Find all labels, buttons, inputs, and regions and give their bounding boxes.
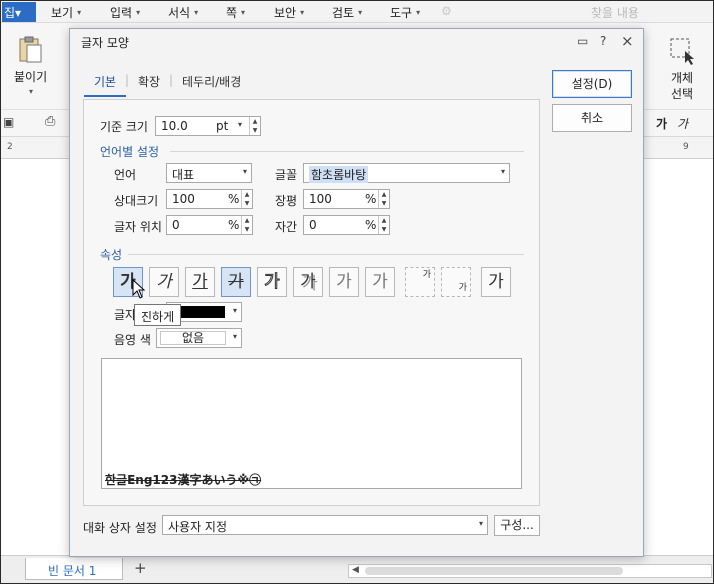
search-hint[interactable]: 찾을 내용 xyxy=(591,4,639,21)
menu-insert[interactable]: 입력 ▾ xyxy=(110,4,140,21)
text-color-swatch xyxy=(175,306,225,318)
close-button[interactable]: × xyxy=(621,32,634,50)
tab-basic[interactable]: 기본 xyxy=(94,73,116,90)
emboss-button[interactable]: 가 xyxy=(329,267,359,297)
add-tab-button[interactable]: + xyxy=(134,559,147,577)
menu-security[interactable]: 보안 ▾ xyxy=(274,4,304,21)
strikethrough-button[interactable]: 가 xyxy=(221,267,251,297)
underline-button[interactable]: 가 xyxy=(185,267,215,297)
save-icon[interactable]: ▣ xyxy=(3,115,14,129)
preview-text: 한글Eng123漢字あいう※㉠ xyxy=(105,473,262,487)
paste-icon[interactable] xyxy=(17,35,43,68)
cancel-button[interactable]: 취소 xyxy=(552,104,632,132)
tab-separator: | xyxy=(125,73,130,87)
menu-edit[interactable]: 집▾ xyxy=(2,2,36,22)
status-bar: 빈 문서 1 + ◀ xyxy=(1,555,713,583)
object-select-label-2[interactable]: 선택 xyxy=(671,85,693,102)
dialog-setting-select[interactable]: 사용자 지정 ▾ xyxy=(162,515,488,535)
ruler-mark-left: 2 xyxy=(7,142,13,152)
normal-button[interactable]: 가 xyxy=(481,267,511,297)
font-select[interactable]: 함초롬바탕 ▾ xyxy=(303,163,510,183)
spacing-label: 자간 xyxy=(275,220,298,234)
text-color-label: 글자 xyxy=(114,308,137,322)
context-help-icon[interactable]: ▭ xyxy=(577,34,588,48)
superscript-button[interactable]: 가 xyxy=(405,267,435,297)
scroll-left-icon[interactable]: ◀ xyxy=(352,565,359,575)
lang-section-title: 언어별 설정 xyxy=(100,145,160,159)
tab-separator: | xyxy=(169,73,174,87)
object-select-label[interactable]: 개체 xyxy=(671,69,693,86)
base-size-input[interactable]: 10.0 pt ▾ ▲ ▼ xyxy=(155,116,261,136)
subscript-button[interactable]: 가 xyxy=(441,267,471,297)
tooltip: 진하게 xyxy=(134,304,182,326)
doc-tab-label: 빈 문서 1 xyxy=(48,564,97,578)
plugin-icon[interactable]: ⚙ xyxy=(441,4,452,18)
italic-button[interactable]: 가 xyxy=(149,267,179,297)
tab-basic-underline xyxy=(84,95,126,97)
bold-sample[interactable]: 가 xyxy=(656,115,667,132)
preview-box: 한글Eng123漢字あいう※㉠ xyxy=(101,358,522,489)
menu-page[interactable]: 쪽 ▾ xyxy=(226,4,245,21)
doc-tab[interactable]: 빈 문서 1 xyxy=(25,558,123,580)
scroll-thumb[interactable] xyxy=(365,567,623,575)
menu-tools[interactable]: 도구 ▾ xyxy=(390,4,420,21)
spacing-input[interactable]: 0 % ▲ ▼ xyxy=(303,215,390,235)
menu-bar: 집▾ 보기 ▾ 입력 ▾ 서식 ▾ 쪽 ▾ 보안 ▾ 검토 ▾ 도구 ▾ ⚙ 찾을 내용 xyxy=(1,1,713,23)
shade-color-label: 음영 색 xyxy=(114,333,151,347)
object-select-icon[interactable] xyxy=(667,35,697,68)
attr-section-title: 속성 xyxy=(100,248,123,262)
menu-review[interactable]: 검토 ▾ xyxy=(332,4,362,21)
ok-button[interactable]: 설정(D) xyxy=(552,70,632,98)
mouse-cursor-icon xyxy=(132,279,146,299)
tab-extended[interactable]: 확장 xyxy=(138,73,160,90)
dialog-titlebar[interactable]: 글자 모양 ▭ ? × xyxy=(70,29,643,57)
italic-sample[interactable]: 가 xyxy=(677,115,688,132)
base-size-label: 기준 크기 xyxy=(100,120,148,134)
print-icon[interactable]: ⎙ xyxy=(45,114,55,129)
language-select[interactable]: 대표 ▾ xyxy=(166,163,252,183)
width-ratio-input[interactable]: 100 % ▲ ▼ xyxy=(303,189,390,209)
compose-button[interactable]: 구성... xyxy=(494,515,540,536)
tab-border-bg[interactable]: 테두리/배경 xyxy=(182,73,241,90)
dialog-title: 글자 모양 xyxy=(81,36,129,50)
font-label: 글꼴 xyxy=(275,168,298,182)
paste-label[interactable]: 붙이기 xyxy=(14,68,47,85)
shade-color-select[interactable]: 없음 ▾ xyxy=(156,328,242,348)
ruler-mark-right: 9 xyxy=(683,142,689,152)
relative-size-input[interactable]: 100 % ▲ ▼ xyxy=(166,189,253,209)
outline-button[interactable]: 가 xyxy=(257,267,287,297)
char-shape-dialog: 글자 모양 ▭ ? × 기본 | 확장 | 테두리/배경 기준 크기 10.0 … xyxy=(69,28,644,557)
menu-format[interactable]: 서식 ▾ xyxy=(168,4,198,21)
shadow-button[interactable]: 가 xyxy=(293,267,323,297)
relative-size-label: 상대크기 xyxy=(114,194,159,208)
position-label: 글자 위치 xyxy=(114,220,162,234)
dialog-setting-label: 대화 상자 설정 xyxy=(83,521,157,535)
position-input[interactable]: 0 % ▲ ▼ xyxy=(166,215,253,235)
width-ratio-label: 장평 xyxy=(275,194,298,208)
horizontal-scrollbar[interactable]: ◀ xyxy=(348,564,712,578)
menu-view[interactable]: 보기 ▾ xyxy=(51,4,81,21)
language-label: 언어 xyxy=(114,168,137,182)
engrave-button[interactable]: 가 xyxy=(365,267,395,297)
chevron-down-icon[interactable]: ▾ xyxy=(29,87,33,96)
chevron-down-icon[interactable]: ▾ xyxy=(238,120,242,129)
help-button[interactable]: ? xyxy=(600,34,606,48)
